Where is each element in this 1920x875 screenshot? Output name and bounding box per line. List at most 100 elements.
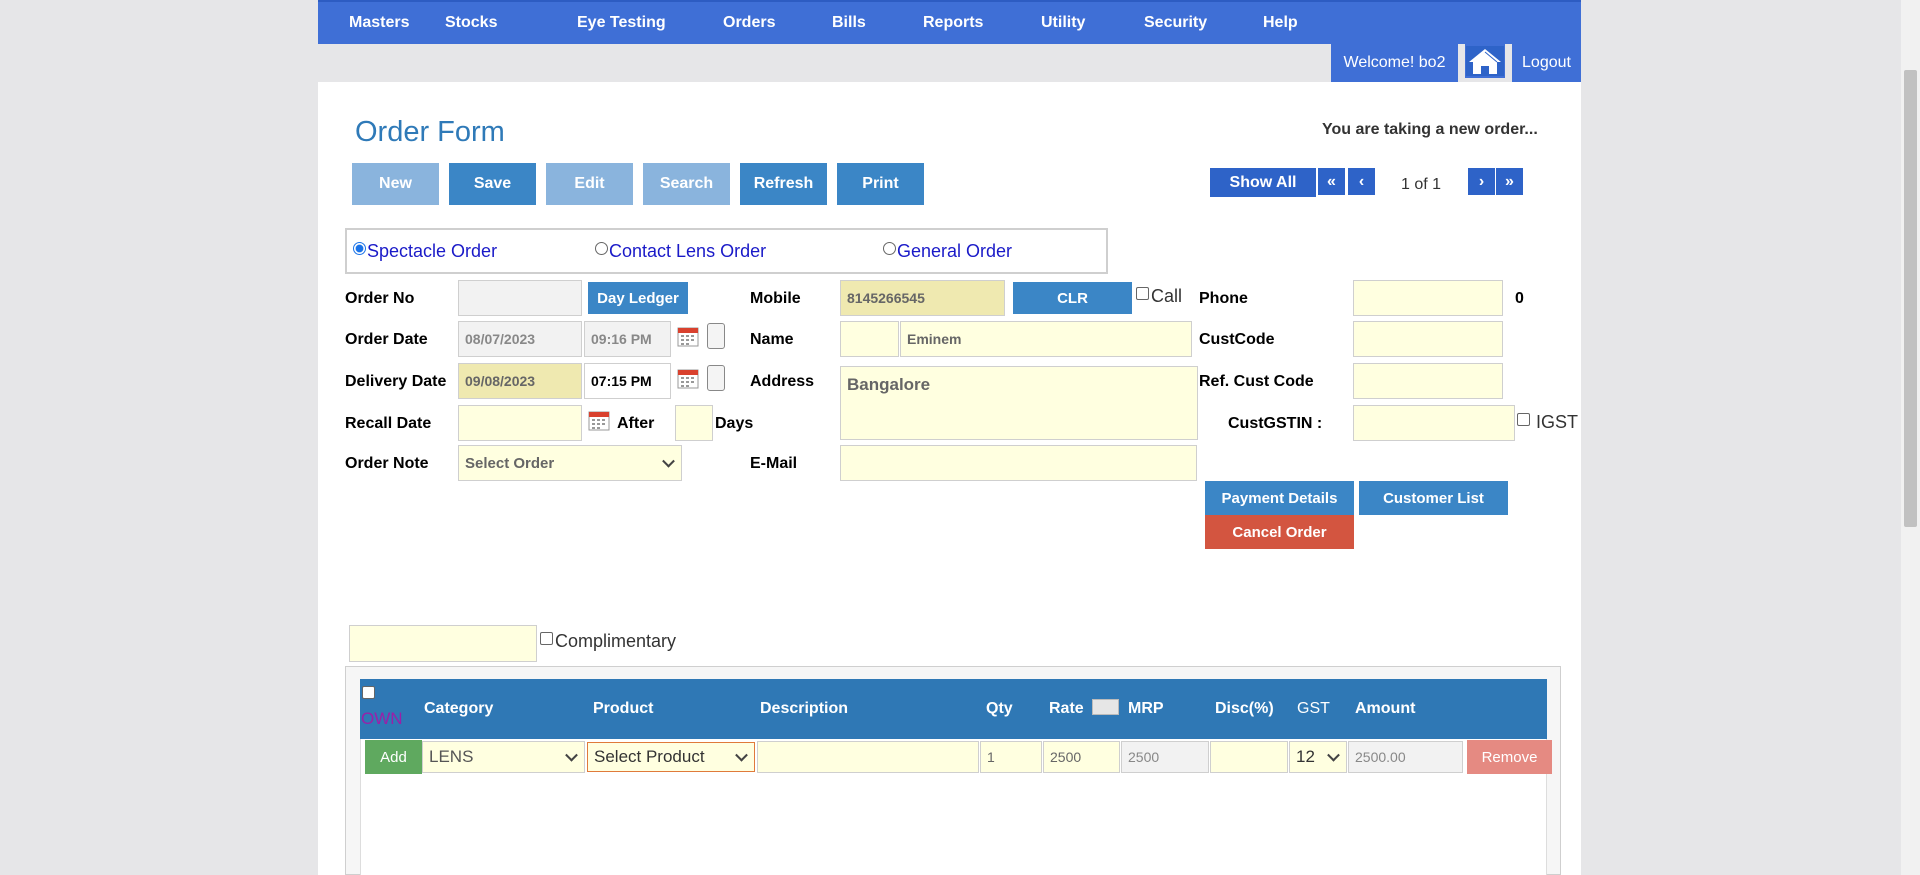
email-input[interactable] — [840, 445, 1197, 481]
calendar-icon[interactable] — [588, 409, 610, 431]
address-label: Address — [750, 373, 815, 390]
description-input[interactable] — [757, 741, 979, 773]
nav-masters[interactable]: Masters — [349, 14, 409, 32]
delivery-date-input[interactable]: 09/08/2023 — [458, 363, 582, 399]
mrp-input[interactable]: 2500 — [1121, 741, 1209, 773]
igst-checkbox[interactable] — [1517, 413, 1530, 426]
page-title: Order Form — [355, 116, 505, 148]
phone-count: 0 — [1515, 290, 1524, 307]
logout-button[interactable]: Logout — [1512, 44, 1581, 82]
nav-security[interactable]: Security — [1144, 14, 1207, 32]
name-title-input[interactable] — [840, 321, 899, 357]
amount-input[interactable]: 2500.00 — [1348, 741, 1463, 773]
edit-button[interactable]: Edit — [546, 163, 633, 205]
day-ledger-button[interactable]: Day Ledger — [588, 282, 688, 314]
name-label: Name — [750, 331, 794, 348]
order-note-label: Order Note — [345, 455, 429, 472]
custcode-label: CustCode — [1199, 331, 1275, 348]
ref-cust-code-input[interactable] — [1353, 363, 1503, 399]
own-header: OWN — [361, 709, 403, 728]
show-all-button[interactable]: Show All — [1210, 168, 1316, 197]
phone-input[interactable] — [1353, 280, 1503, 316]
home-icon — [1466, 46, 1504, 76]
save-button[interactable]: Save — [449, 163, 536, 205]
radio-general-order[interactable]: General Order — [883, 241, 1012, 262]
order-date-label: Order Date — [345, 331, 428, 348]
order-date-input[interactable]: 08/07/2023 — [458, 321, 582, 357]
gst-select[interactable]: 12 — [1289, 741, 1347, 773]
after-label: After — [617, 415, 655, 432]
status-message: You are taking a new order... — [1322, 121, 1538, 138]
address-textarea[interactable]: Bangalore — [840, 366, 1198, 440]
home-button[interactable] — [1465, 44, 1505, 78]
scrollbar-thumb[interactable] — [1904, 70, 1917, 527]
gst-header: GST — [1297, 700, 1330, 717]
product-select[interactable]: Select Product — [587, 742, 755, 772]
recall-date-input[interactable] — [458, 405, 582, 441]
category-select[interactable]: LENS — [422, 741, 585, 773]
order-note-select[interactable]: Select Order — [458, 445, 682, 481]
new-button[interactable]: New — [352, 163, 439, 205]
category-header: Category — [424, 700, 494, 717]
order-note-value: Select Order — [465, 454, 555, 472]
payment-details-button[interactable]: Payment Details — [1205, 481, 1354, 515]
rate-header: Rate — [1049, 700, 1084, 717]
remove-row-button[interactable]: Remove — [1467, 740, 1552, 774]
custcode-input[interactable] — [1353, 321, 1503, 357]
add-row-button[interactable]: Add — [365, 740, 422, 774]
nav-reports[interactable]: Reports — [923, 14, 983, 32]
next-page-button[interactable]: › — [1468, 168, 1495, 195]
customer-list-button[interactable]: Customer List — [1359, 481, 1508, 515]
complimentary-input[interactable] — [349, 625, 537, 662]
ref-cust-code-label: Ref. Cust Code — [1199, 373, 1314, 390]
welcome-label: Welcome! bo2 — [1331, 44, 1458, 82]
cancel-order-button[interactable]: Cancel Order — [1205, 515, 1354, 549]
print-button[interactable]: Print — [837, 163, 924, 205]
prev-page-button[interactable]: ‹ — [1348, 168, 1375, 195]
radio-checked-icon — [353, 242, 366, 255]
order-time-input[interactable]: 09:16 PM — [584, 321, 671, 357]
order-date-toggle[interactable] — [707, 323, 725, 349]
mobile-input[interactable]: 8145266545 — [840, 280, 1005, 316]
delivery-date-toggle[interactable] — [707, 365, 725, 391]
radio-spectacle-order[interactable]: Spectacle Order — [353, 241, 497, 262]
mrp-header: MRP — [1128, 700, 1164, 717]
qty-header: Qty — [986, 700, 1013, 717]
mobile-label: Mobile — [750, 290, 801, 307]
order-no-input[interactable] — [458, 280, 582, 316]
select-all-checkbox[interactable] — [362, 686, 375, 699]
rate-input[interactable]: 2500 — [1043, 741, 1120, 773]
refresh-button[interactable]: Refresh — [740, 163, 827, 205]
rate-toggle[interactable] — [1092, 699, 1119, 715]
nav-orders[interactable]: Orders — [723, 14, 775, 32]
email-label: E-Mail — [750, 455, 798, 472]
clr-button[interactable]: CLR — [1013, 282, 1132, 314]
radio-label: Spectacle Order — [367, 241, 498, 261]
delivery-time-input[interactable]: 07:15 PM — [584, 363, 671, 399]
nav-help[interactable]: Help — [1263, 14, 1298, 32]
last-page-button[interactable]: » — [1496, 168, 1523, 195]
call-checkbox[interactable] — [1136, 287, 1149, 300]
after-days-input[interactable] — [675, 405, 713, 441]
nav-utility[interactable]: Utility — [1041, 14, 1085, 32]
calendar-icon[interactable] — [677, 367, 699, 389]
cust-gstin-input[interactable] — [1353, 405, 1515, 441]
search-button[interactable]: Search — [643, 163, 730, 205]
recall-date-label: Recall Date — [345, 415, 432, 432]
nav-stocks[interactable]: Stocks — [445, 14, 497, 32]
complimentary-checkbox[interactable] — [540, 632, 553, 645]
nav-bills[interactable]: Bills — [832, 14, 866, 32]
name-input[interactable]: Eminem — [900, 321, 1192, 357]
disc-input[interactable] — [1210, 741, 1288, 773]
first-page-button[interactable]: « — [1318, 168, 1345, 195]
qty-input[interactable]: 1 — [980, 741, 1042, 773]
category-value: LENS — [429, 747, 474, 766]
nav-eye-testing[interactable]: Eye Testing — [577, 14, 666, 32]
calendar-icon[interactable] — [677, 325, 699, 347]
radio-contact-lens-order[interactable]: Contact Lens Order — [595, 241, 766, 262]
top-nav-bar: Masters Stocks Eye Testing Orders Bills … — [318, 0, 1581, 44]
radio-label: General Order — [897, 241, 1013, 261]
chevron-down-icon — [565, 748, 578, 762]
cust-gstin-label: CustGSTIN : — [1228, 415, 1323, 432]
radio-unchecked-icon — [595, 242, 608, 255]
